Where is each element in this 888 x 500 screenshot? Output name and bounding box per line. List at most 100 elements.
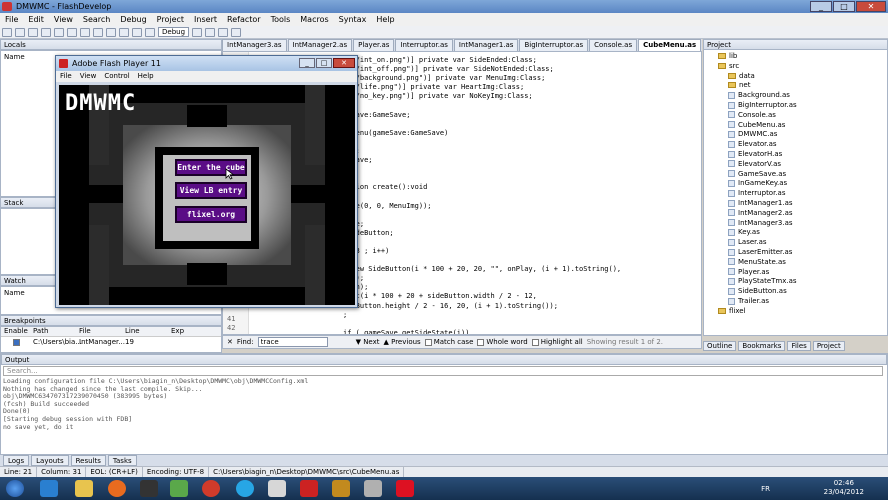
minimize-button[interactable]: _ (810, 1, 832, 12)
save-all-icon[interactable] (41, 27, 51, 37)
skype-icon[interactable] (236, 480, 254, 497)
notepad-icon[interactable] (268, 480, 286, 497)
close-find-icon[interactable]: ✕ (227, 338, 233, 346)
tree-item[interactable]: Console.as (728, 111, 776, 120)
build-icon[interactable] (132, 27, 142, 37)
highlight-all-checkbox[interactable]: Highlight all (531, 338, 583, 346)
bp-enable-checkbox[interactable] (1, 338, 33, 348)
maximize-button[interactable]: □ (833, 1, 855, 12)
tree-item[interactable]: Laser.as (728, 238, 767, 247)
terminal-icon[interactable] (140, 480, 158, 497)
flash-maximize-button[interactable]: □ (316, 58, 332, 68)
menu-item[interactable]: Search (78, 13, 115, 26)
tree-item[interactable]: lib (718, 52, 737, 61)
project-tab[interactable]: Outline (703, 341, 737, 351)
tree-item[interactable]: LaserEmitter.as (728, 248, 792, 257)
editor-tab[interactable]: Player.as (353, 39, 395, 51)
tree-item[interactable]: SideButton.as (728, 287, 787, 296)
redo-icon[interactable] (106, 27, 116, 37)
tree-item[interactable]: CubeMenu.as (728, 121, 785, 130)
tool-icon[interactable] (364, 480, 382, 497)
project-tab[interactable]: Project (812, 341, 845, 351)
copy-icon[interactable] (67, 27, 77, 37)
bottom-tab[interactable]: Results (70, 455, 106, 466)
menu-item[interactable]: Edit (23, 13, 49, 26)
explorer-icon[interactable] (75, 480, 93, 497)
cut-icon[interactable] (54, 27, 64, 37)
flashdevelop-task-icon[interactable] (300, 480, 318, 497)
flash-menu-item[interactable]: File (56, 71, 76, 82)
project-tab[interactable]: Bookmarks (738, 341, 786, 351)
editor-tab[interactable]: BigInterruptor.as (519, 39, 589, 51)
tree-item[interactable]: IntManager1.as (728, 199, 793, 208)
menu-item[interactable]: View (49, 13, 78, 26)
tree-item[interactable]: GameSave.as (728, 170, 786, 179)
tree-item[interactable]: BigInterruptor.as (728, 101, 797, 110)
tree-item[interactable]: IntManager2.as (728, 209, 793, 218)
tree-item[interactable]: DMWMC.as (728, 130, 777, 139)
tree-item[interactable]: Key.as (728, 228, 760, 237)
flash-player-task-icon[interactable] (396, 480, 414, 497)
find-icon[interactable] (119, 27, 129, 37)
editor-tab[interactable]: IntManager1.as (453, 39, 519, 51)
tree-item[interactable]: IntManager3.as (728, 219, 793, 228)
flash-close-button[interactable]: ✕ (333, 58, 355, 68)
language-indicator[interactable]: FR (761, 485, 770, 493)
project-tab[interactable]: Files (787, 341, 811, 351)
menu-item[interactable]: Debug (115, 13, 151, 26)
tree-item[interactable]: Background.as (728, 91, 790, 100)
tree-item[interactable]: Trailer.as (728, 297, 769, 306)
paste-icon[interactable] (80, 27, 90, 37)
editor-tab[interactable]: IntManager2.as (287, 39, 353, 51)
tree-item[interactable]: ElevatorV.as (728, 160, 781, 169)
enter-cube-button[interactable]: Enter the cube (175, 159, 247, 176)
tree-item[interactable]: ElevatorH.as (728, 150, 782, 159)
firefox-icon[interactable] (108, 480, 126, 497)
bottom-tab[interactable]: Layouts (31, 455, 69, 466)
app-icon[interactable] (170, 480, 188, 497)
tree-item[interactable]: net (728, 81, 751, 90)
game-canvas[interactable]: DMWMC Enter the cube View LB entry flixe… (59, 85, 355, 305)
editor-tab[interactable]: Console.as (589, 39, 638, 51)
menu-item[interactable]: Refactor (222, 13, 266, 26)
menu-item[interactable]: Project (152, 13, 189, 26)
menu-item[interactable]: Syntax (334, 13, 372, 26)
view-lb-entry-button[interactable]: View LB entry (175, 182, 247, 199)
menu-item[interactable]: Macros (295, 13, 333, 26)
bottom-tab[interactable]: Tasks (107, 455, 137, 466)
pause-icon[interactable] (205, 27, 216, 37)
open-icon[interactable] (15, 27, 25, 37)
menu-item[interactable]: Help (371, 13, 399, 26)
menu-item[interactable]: Tools (266, 13, 296, 26)
tree-item[interactable]: Interruptor.as (728, 189, 786, 198)
run-icon[interactable] (145, 27, 155, 37)
undo-icon[interactable] (93, 27, 103, 37)
flash-menu-item[interactable]: Control (100, 71, 133, 82)
editor-tab[interactable]: IntManager3.as (222, 39, 287, 51)
whole-word-checkbox[interactable]: Whole word (477, 338, 528, 346)
menu-item[interactable]: Insert (189, 13, 222, 26)
editor-tab[interactable]: Interruptor.as (395, 39, 453, 51)
editor-tab[interactable]: CubeMenu.as (638, 39, 702, 51)
ie-icon[interactable] (40, 480, 58, 497)
start-button-icon[interactable] (6, 480, 24, 497)
tree-item[interactable]: Elevator.as (728, 140, 777, 149)
tree-item[interactable]: MenuState.as (728, 258, 786, 267)
find-previous-button[interactable]: ▲ Previous (384, 338, 421, 346)
bottom-tab[interactable]: Logs (3, 455, 30, 466)
flixel-org-button[interactable]: flixel.org (175, 206, 247, 223)
stop-icon[interactable] (218, 27, 229, 37)
menu-item[interactable]: File (0, 13, 23, 26)
tree-item[interactable]: Player.as (728, 268, 769, 277)
table-row[interactable]: C:\Users\bia... IntManager... 19 (1, 338, 221, 348)
tree-item[interactable]: flixel (718, 307, 746, 316)
output-search-input[interactable]: Search... (3, 366, 883, 376)
close-button[interactable]: ✕ (856, 1, 886, 12)
save-icon[interactable] (28, 27, 38, 37)
tree-item[interactable]: src (718, 62, 739, 71)
find-next-button[interactable]: ▼ Next (356, 338, 380, 346)
tree-item[interactable]: PlayStateTmx.as (728, 277, 797, 286)
flash-menu-item[interactable]: Help (134, 71, 158, 82)
chrome-icon[interactable] (202, 480, 220, 497)
match-case-checkbox[interactable]: Match case (424, 338, 473, 346)
